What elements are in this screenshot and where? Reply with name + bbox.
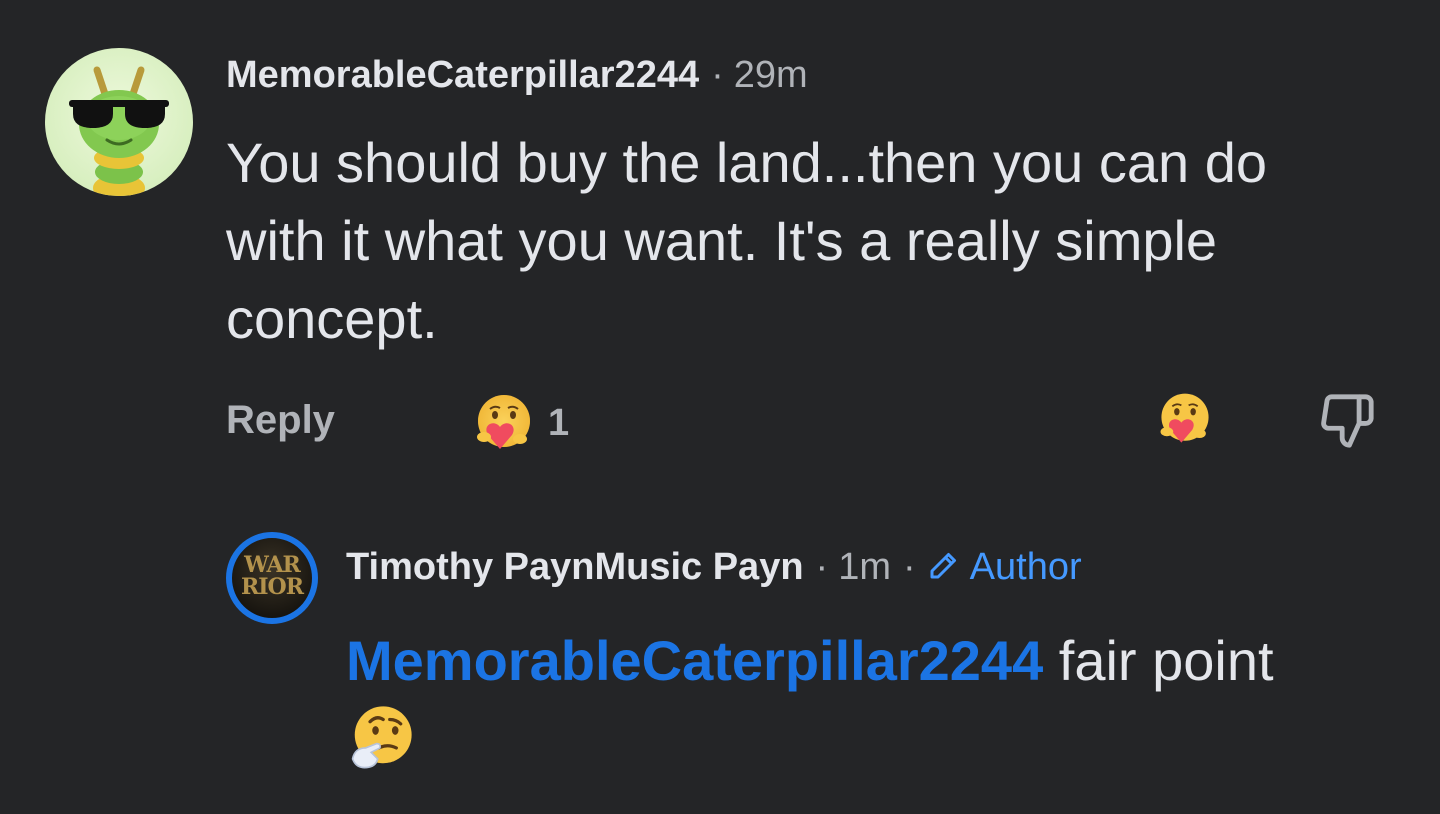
author-badge-label: Author [969,546,1082,588]
separator-dot: · [903,546,916,588]
comment-body: You should buy the land...then you can d… [226,131,1267,350]
reply-button[interactable]: Reply [226,398,335,443]
thumbs-down-icon [1321,394,1374,448]
separator-dot: · [711,54,724,96]
mention-link[interactable]: MemorableCaterpillar2244 [346,629,1043,692]
thinking-face-emoji-icon [351,706,412,769]
comment-header: MemorableCaterpillar2244 · 29m [226,52,808,98]
reply-timestamp[interactable]: 1m [838,546,891,588]
reply-author-name[interactable]: Timothy PaynMusic Payn [346,546,804,588]
react-button[interactable] [1156,390,1214,453]
reaction-summary[interactable]: 1 [472,390,569,456]
reply-text: fair point [1058,629,1274,692]
reply-header: Timothy PaynMusic Payn · 1m · Author [346,544,1082,590]
reply-body: MemorableCaterpillar2244 fair point [346,624,1396,772]
author-badge: Author [926,546,1082,588]
comment-author-name[interactable]: MemorableCaterpillar2244 [226,54,699,96]
avatar-badge-text: WAR RIOR [240,552,304,600]
caterpillar-avatar-icon [69,66,169,196]
reply-author-avatar[interactable]: WAR RIOR [226,532,318,624]
commenter-avatar[interactable] [45,48,193,196]
pen-icon [930,553,956,579]
care-emoji-icon [1160,393,1209,443]
separator-dot: · [815,546,829,588]
comments-thread: MemorableCaterpillar2244 · 29m You should … [0,0,1440,814]
comment-timestamp[interactable]: 29m [734,54,808,96]
dislike-button[interactable] [1318,392,1376,455]
care-emoji-icon [477,395,530,449]
reaction-count: 1 [548,401,570,444]
comment-actions: Reply 1 [0,390,1440,460]
